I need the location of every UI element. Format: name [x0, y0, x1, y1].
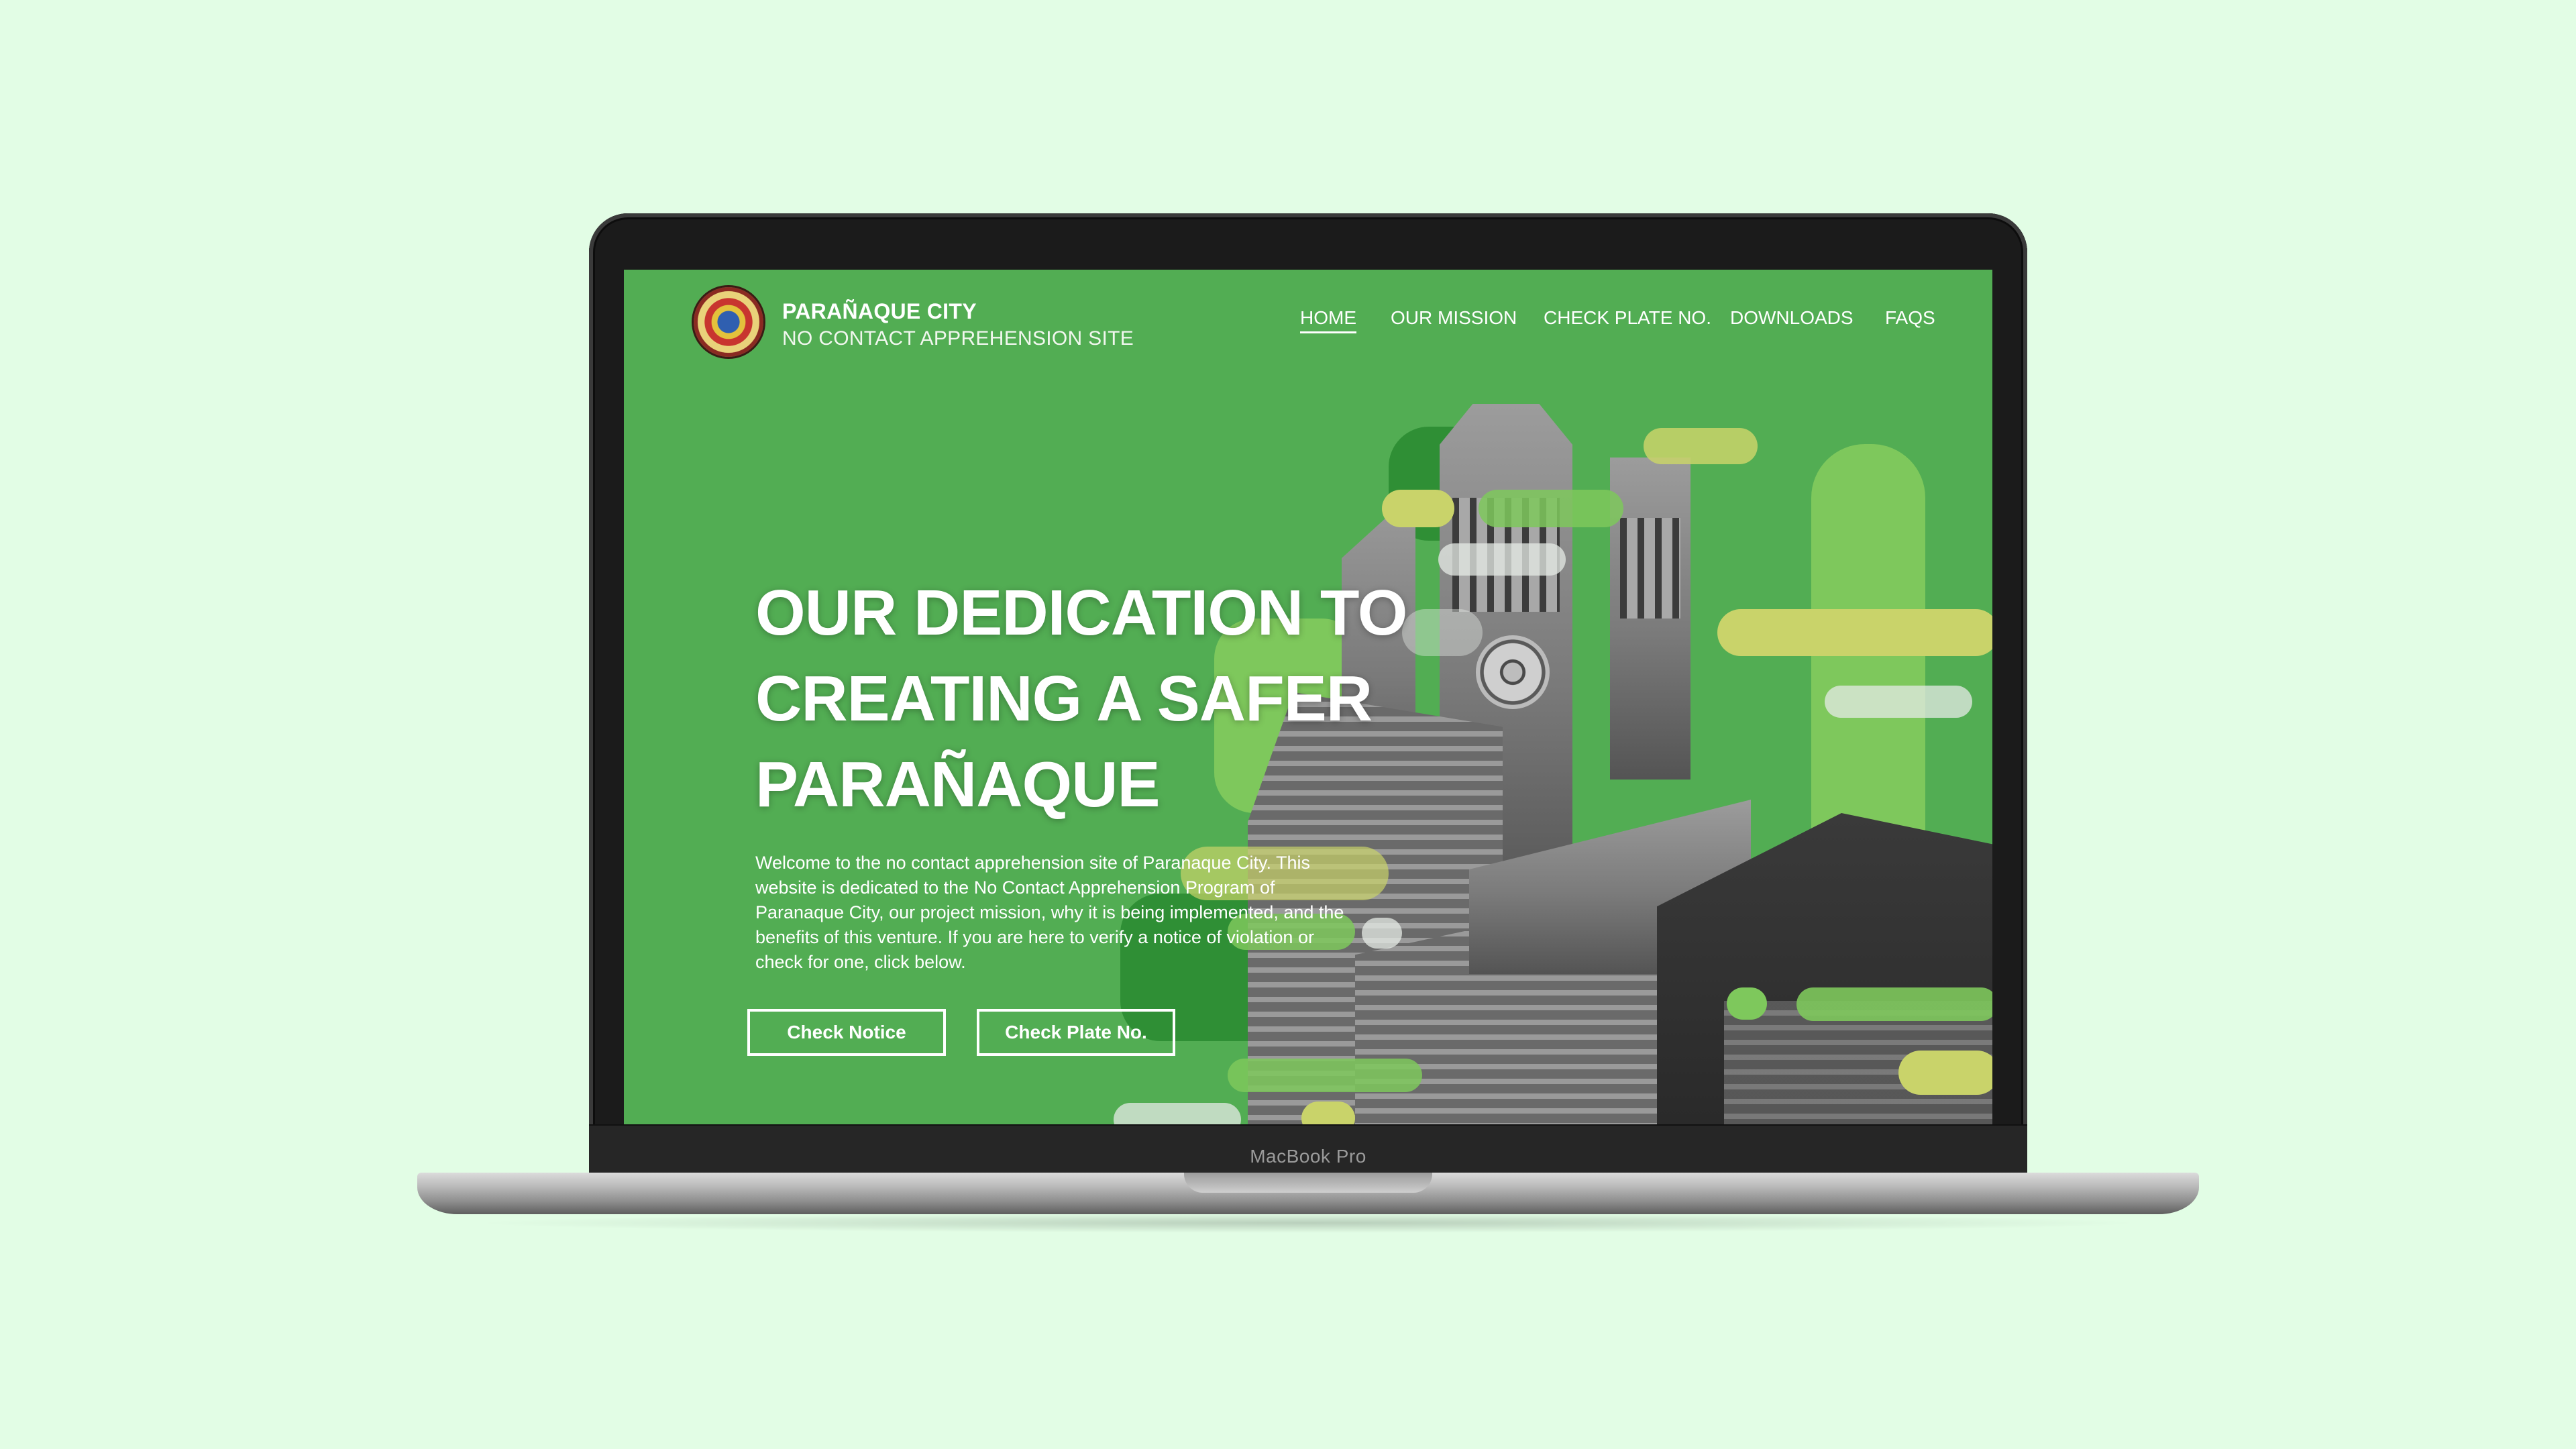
site-subtitle: NO CONTACT APPREHENSION SITE	[782, 327, 1134, 350]
decor-pill	[1114, 1103, 1241, 1124]
hero-description: Welcome to the no contact apprehension s…	[755, 853, 1344, 972]
site-title[interactable]: PARAÑAQUE CITY	[782, 299, 977, 324]
laptop-notch	[1184, 1173, 1432, 1193]
decor-pill	[1727, 987, 1767, 1020]
decor-pill	[1479, 490, 1623, 527]
hero-heading: OUR DEDICATION TO CREATING A SAFER PARAÑ…	[755, 570, 1466, 828]
decor-pill	[1362, 918, 1402, 949]
device-brand-label: MacBook Pro	[1250, 1146, 1366, 1167]
decor-pill	[1898, 1051, 1992, 1095]
decor-pill	[1825, 686, 1972, 718]
nav-our-mission[interactable]: OUR MISSION	[1391, 307, 1517, 329]
rose-window	[1476, 635, 1550, 709]
nav-check-plate-no[interactable]: CHECK PLATE NO.	[1544, 307, 1711, 329]
decor-pill	[1796, 987, 1992, 1021]
check-notice-button[interactable]: Check Notice	[747, 1009, 946, 1056]
church-side-facade	[1620, 518, 1680, 619]
decor-pill	[1228, 1059, 1422, 1092]
check-plate-button[interactable]: Check Plate No.	[977, 1009, 1175, 1056]
hero-heading-line: OUR DEDICATION TO	[755, 577, 1407, 649]
city-seal-logo[interactable]	[694, 287, 763, 357]
decor-pill	[1644, 428, 1758, 464]
nav-faqs[interactable]: FAQS	[1885, 307, 1935, 329]
website-screen: PARAÑAQUE CITY NO CONTACT APPREHENSION S…	[624, 270, 1992, 1124]
nav-downloads[interactable]: DOWNLOADS	[1730, 307, 1854, 329]
hero-heading-line: CREATING A SAFER	[755, 663, 1373, 735]
mockup-stage: PARAÑAQUE CITY NO CONTACT APPREHENSION S…	[0, 0, 2576, 1449]
hero-heading-line: PARAÑAQUE	[755, 749, 1161, 820]
nav-home[interactable]: HOME	[1300, 307, 1356, 333]
decor-pill	[1382, 490, 1454, 527]
laptop-shadow	[470, 1213, 2147, 1233]
decor-pill	[1717, 609, 1992, 656]
decor-pill	[1301, 1102, 1355, 1124]
